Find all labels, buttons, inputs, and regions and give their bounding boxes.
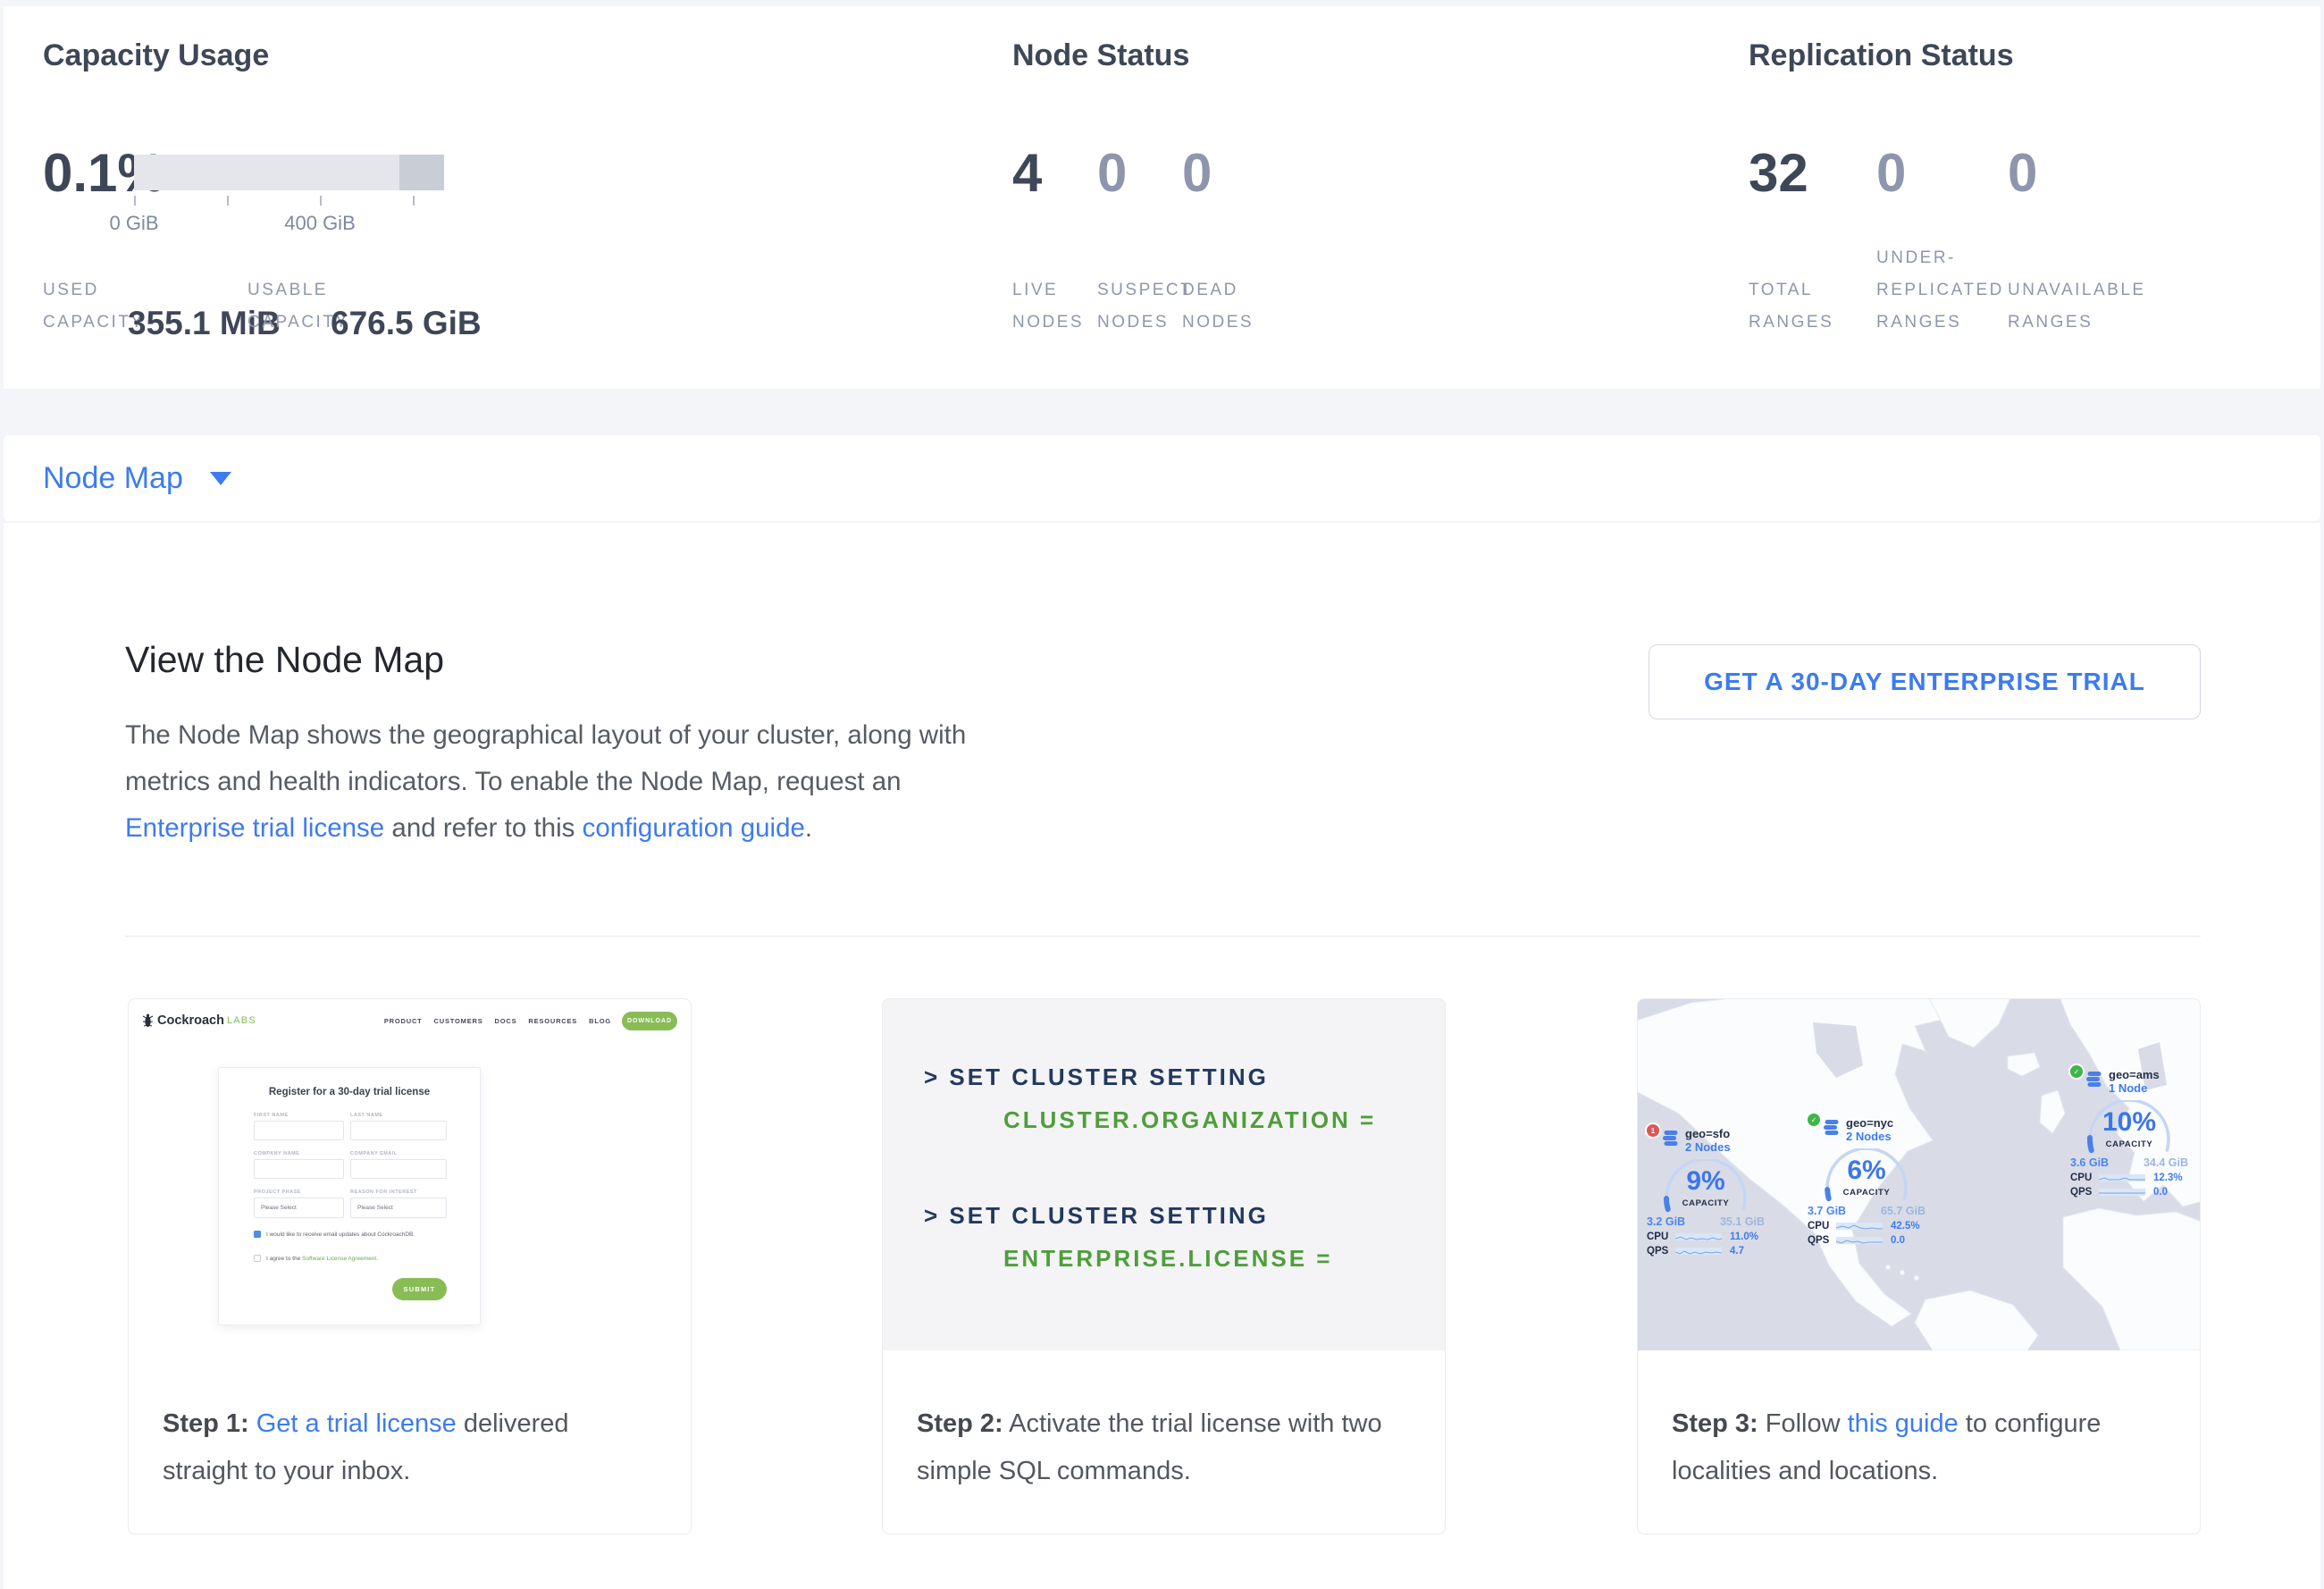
locality-node-count: 2 Nodes [1685, 1140, 1731, 1154]
unavailable-count: 0 [2008, 142, 2037, 204]
database-icon [1663, 1130, 1679, 1147]
node-status-title: Node Status [1012, 38, 1189, 73]
locality-name: geo=nyc [1846, 1116, 1893, 1130]
usable-capacity-value: 676.5 GiB [331, 305, 482, 342]
mini-form-title: Register for a 30-day trial license [219, 1087, 480, 1097]
mini-select: Please Select [350, 1198, 447, 1218]
database-icon [1824, 1119, 1840, 1136]
live-nodes-count: 4 [1012, 142, 1042, 204]
node-map-dropdown-label: Node Map [43, 461, 183, 496]
capacity-usage-title: Capacity Usage [43, 38, 269, 73]
total-ranges-count: 32 [1749, 142, 1808, 204]
healthy-check-icon: ✓ [2070, 1065, 2083, 1078]
mini-download-button: DOWNLOAD [622, 1012, 677, 1030]
axis-tick [134, 196, 136, 206]
mini-select: Please Select [254, 1198, 344, 1218]
suspect-nodes-count: 0 [1097, 142, 1127, 204]
cpu-sparkline [2099, 1174, 2145, 1181]
axis-tick [320, 196, 322, 206]
map-node-nyc: ✓ geo=nyc 2 Nodes [1808, 1114, 1925, 1246]
mini-input [350, 1121, 447, 1140]
unavailable-label: UNAVAILABLE RANGES [2008, 274, 2146, 339]
under-replicated-label: UNDER- REPLICATED RANGES [1876, 242, 2004, 339]
dead-nodes-count: 0 [1182, 142, 1212, 204]
mini-site-header: Cockroach LABS PRODUCT CUSTOMERS DOCS RE… [142, 1009, 677, 1032]
mini-registration-form: Register for a 30-day trial license FIRS… [218, 1067, 481, 1325]
enterprise-trial-license-link[interactable]: Enterprise trial license [125, 813, 384, 843]
qps-sparkline [1836, 1237, 1883, 1244]
axis-tick [227, 196, 229, 206]
total-ranges-label: TOTAL RANGES [1749, 274, 1833, 339]
healthy-check-icon: ✓ [1808, 1114, 1820, 1126]
node-map-dropdown[interactable]: Node Map [43, 435, 231, 521]
step2-card: > SET CLUSTER SETTING CLUSTER.ORGANIZATI… [882, 998, 1446, 1534]
mini-checkbox-row: I agree to the Software License Agreemen… [254, 1255, 378, 1262]
code-line: ENTERPRISE.LICENSE = [1003, 1245, 1332, 1273]
database-icon [2086, 1071, 2102, 1088]
capacity-bar [134, 155, 444, 190]
capacity-gauge: 10% CAPACITY [2086, 1100, 2172, 1156]
step3-map-illustration: 1 geo=sfo 2 Nodes [1638, 999, 2200, 1350]
code-line: CLUSTER.ORGANIZATION = [1003, 1106, 1376, 1134]
view-selector-bar: Node Map [4, 435, 2320, 521]
configuration-guide-link[interactable]: configuration guide [583, 813, 805, 843]
get-trial-license-link[interactable]: Get a trial license [256, 1409, 457, 1438]
locality-name: geo=sfo [1685, 1127, 1731, 1140]
step1-card: Cockroach LABS PRODUCT CUSTOMERS DOCS RE… [128, 998, 692, 1534]
live-nodes-label: LIVE NODES [1012, 274, 1084, 339]
step1-screenshot: Cockroach LABS PRODUCT CUSTOMERS DOCS RE… [129, 999, 691, 1350]
capacity-gauge: 9% CAPACITY [1663, 1159, 1749, 1215]
replication-status-title: Replication Status [1749, 38, 2014, 73]
mini-submit-button: SUBMIT [392, 1278, 447, 1300]
axis-tick-label: 0 GiB [109, 212, 158, 235]
alert-badge-icon: 1 [1647, 1124, 1659, 1137]
dead-nodes-label: DEAD NODES [1182, 274, 1254, 339]
mini-input [254, 1121, 344, 1140]
mini-input [350, 1159, 447, 1179]
intro-paragraph: The Node Map shows the geographical layo… [125, 712, 987, 852]
this-guide-link[interactable]: this guide [1848, 1409, 1959, 1438]
locality-node-count: 2 Nodes [1846, 1130, 1893, 1143]
divider [125, 936, 2201, 937]
mini-checkbox-row: I would like to receive email updates ab… [254, 1231, 415, 1238]
axis-tick-label: 400 GiB [284, 212, 356, 235]
capacity-bar-used-segment [399, 155, 444, 190]
cpu-sparkline [1836, 1223, 1883, 1230]
cockroach-icon [142, 1013, 154, 1029]
checked-checkbox-icon [254, 1231, 261, 1238]
cluster-overview-panel: Capacity Usage 0.1% 0 GiB 400 GiB USED C… [4, 6, 2320, 389]
mini-site-nav: PRODUCT CUSTOMERS DOCS RESOURCES BLOG [384, 1017, 611, 1025]
mini-input [254, 1159, 344, 1179]
step1-caption: Step 1: Get a trial license delivered st… [129, 1350, 691, 1495]
qps-sparkline [2099, 1189, 2145, 1196]
axis-tick [413, 196, 415, 206]
suspect-nodes-label: SUSPECT NODES [1097, 274, 1193, 339]
qps-sparkline [1675, 1248, 1722, 1255]
step2-caption: Step 2: Activate the trial license with … [883, 1350, 1445, 1495]
step2-code-illustration: > SET CLUSTER SETTING CLUSTER.ORGANIZATI… [883, 999, 1445, 1350]
chevron-down-icon [210, 472, 231, 485]
locality-name: geo=ams [2109, 1068, 2160, 1081]
locality-node-count: 1 Node [2109, 1081, 2160, 1095]
map-node-ams: ✓ geo=ams 1 Node [2070, 1065, 2188, 1198]
code-line: > SET CLUSTER SETTING [924, 1202, 1269, 1230]
page-title: View the Node Map [125, 639, 444, 681]
map-node-sfo: 1 geo=sfo 2 Nodes [1647, 1124, 1765, 1257]
cockroach-labs-logo: Cockroach LABS [142, 1013, 256, 1029]
step3-caption: Step 3: Follow this guide to configure l… [1638, 1350, 2200, 1495]
get-enterprise-trial-button[interactable]: GET A 30-DAY ENTERPRISE TRIAL [1649, 644, 2201, 719]
step3-card: 1 geo=sfo 2 Nodes [1637, 998, 2201, 1534]
node-map-promo-section: View the Node Map The Node Map shows the… [4, 523, 2320, 1589]
capacity-gauge: 6% CAPACITY [1824, 1148, 1909, 1204]
under-replicated-count: 0 [1876, 142, 1906, 204]
code-line: > SET CLUSTER SETTING [924, 1064, 1269, 1091]
empty-checkbox-icon [254, 1255, 261, 1262]
cpu-sparkline [1675, 1233, 1722, 1240]
